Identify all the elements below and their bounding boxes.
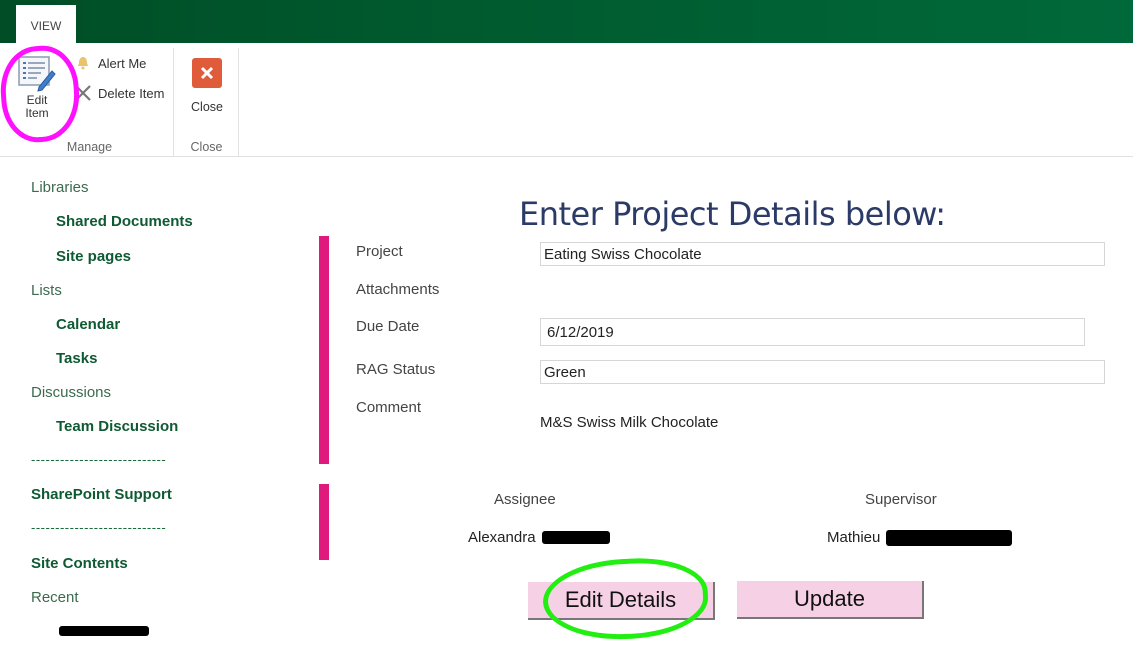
nav-recent[interactable]: Recent [31, 589, 79, 606]
delete-item-button[interactable]: Delete Item [72, 82, 164, 104]
accent-bar [319, 236, 329, 464]
nav-team-discussion[interactable]: Team Discussion [56, 418, 178, 435]
project-label: Project [356, 243, 403, 260]
alert-me-button[interactable]: Alert Me [72, 52, 146, 74]
bell-icon [72, 53, 94, 73]
close-button-label: Close [191, 100, 223, 114]
assignee-first-name: Alexandra [468, 529, 536, 546]
redacted-surname [886, 529, 1013, 546]
edit-details-button[interactable]: Edit Details [528, 582, 715, 620]
nav-separator: ---------------------------- [31, 520, 167, 535]
project-field[interactable]: Eating Swiss Chocolate [540, 242, 1105, 266]
comment-value: M&S Swiss Milk Chocolate [540, 414, 719, 431]
redacted-recent-item[interactable] [59, 626, 149, 636]
redacted-surname [541, 531, 610, 544]
close-group-label: Close [190, 140, 223, 154]
due-date-label: Due Date [356, 318, 420, 335]
nav-site-contents[interactable]: Site Contents [31, 555, 128, 572]
nav-shared-documents[interactable]: Shared Documents [56, 213, 193, 230]
edit-item-label-line2: Item [25, 106, 49, 120]
nav-libraries[interactable]: Libraries [31, 179, 89, 196]
close-button[interactable]: Close [189, 58, 225, 114]
ribbon: Edit Item Alert Me Delete Item Manage Cl… [0, 43, 1133, 157]
alert-me-label: Alert Me [98, 55, 147, 71]
edit-item-button[interactable]: Edit Item [12, 54, 62, 134]
nav-lists[interactable]: Lists [31, 282, 62, 299]
accent-bar [319, 484, 329, 560]
due-date-field[interactable]: 6/12/2019 [540, 318, 1085, 346]
manage-group-label: Manage [66, 140, 113, 154]
attachments-label: Attachments [356, 281, 440, 298]
nav-site-pages[interactable]: Site pages [56, 248, 131, 265]
edit-list-icon [18, 56, 56, 92]
form-title: Enter Project Details below: [519, 195, 946, 233]
nav-separator: ---------------------------- [31, 452, 167, 467]
assignee-label: Assignee [494, 491, 556, 508]
ribbon-group-manage: Edit Item Alert Me Delete Item Manage [6, 48, 174, 156]
rag-status-field[interactable]: Green [540, 360, 1105, 384]
update-button[interactable]: Update [737, 581, 924, 619]
suite-bar: VIEW [0, 0, 1133, 43]
x-cross-icon [72, 83, 94, 103]
tab-view[interactable]: VIEW [16, 5, 76, 43]
ribbon-group-close: Close Close [175, 48, 239, 156]
assignee-value: Alexandra [468, 529, 610, 546]
supervisor-value: Mathieu [827, 529, 1013, 546]
nav-calendar[interactable]: Calendar [56, 316, 120, 333]
nav-sharepoint-support[interactable]: SharePoint Support [31, 486, 172, 503]
delete-item-label: Delete Item [98, 85, 165, 101]
rag-status-label: RAG Status [356, 361, 436, 378]
close-square-icon [192, 58, 222, 88]
supervisor-label: Supervisor [865, 491, 937, 508]
nav-discussions[interactable]: Discussions [31, 384, 111, 401]
supervisor-first-name: Mathieu [827, 529, 881, 546]
nav-tasks[interactable]: Tasks [56, 350, 97, 367]
comment-label: Comment [356, 399, 422, 416]
